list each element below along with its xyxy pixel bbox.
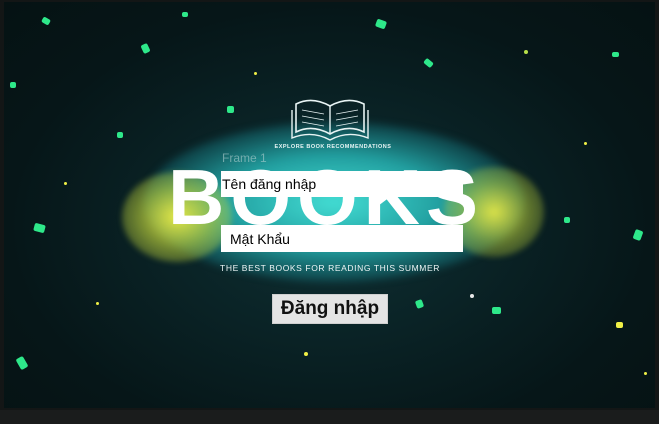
particle bbox=[423, 57, 434, 69]
particle bbox=[632, 228, 644, 242]
particle bbox=[41, 16, 51, 26]
particle bbox=[117, 132, 123, 138]
particle bbox=[470, 294, 474, 298]
particle bbox=[612, 52, 619, 57]
particle bbox=[584, 142, 587, 145]
bottom-bar bbox=[0, 410, 659, 424]
particle bbox=[644, 372, 647, 375]
particle bbox=[414, 299, 425, 309]
particle bbox=[227, 106, 234, 113]
particle bbox=[492, 307, 501, 314]
particle bbox=[616, 322, 623, 328]
password-input[interactable] bbox=[221, 225, 463, 252]
particle bbox=[64, 182, 67, 185]
explore-caption: EXPLORE BOOK RECOMMENDATIONS bbox=[274, 144, 392, 150]
particle bbox=[15, 355, 29, 371]
particle bbox=[304, 352, 308, 356]
particle bbox=[524, 50, 528, 54]
tagline: THE BEST BOOKS FOR READING THIS SUMMER bbox=[220, 263, 440, 273]
particle bbox=[254, 72, 257, 75]
particle bbox=[182, 12, 188, 17]
window: EXPLORE BOOK RECOMMENDATIONS Frame 1 BOO… bbox=[0, 0, 659, 424]
particle bbox=[374, 18, 388, 30]
particle bbox=[10, 82, 16, 88]
particle bbox=[564, 217, 570, 223]
username-input[interactable] bbox=[221, 171, 463, 197]
login-button[interactable]: Đăng nhập bbox=[272, 294, 388, 324]
open-book-icon bbox=[291, 99, 369, 141]
particle bbox=[96, 302, 99, 305]
particle bbox=[33, 222, 46, 234]
particle bbox=[140, 42, 151, 55]
